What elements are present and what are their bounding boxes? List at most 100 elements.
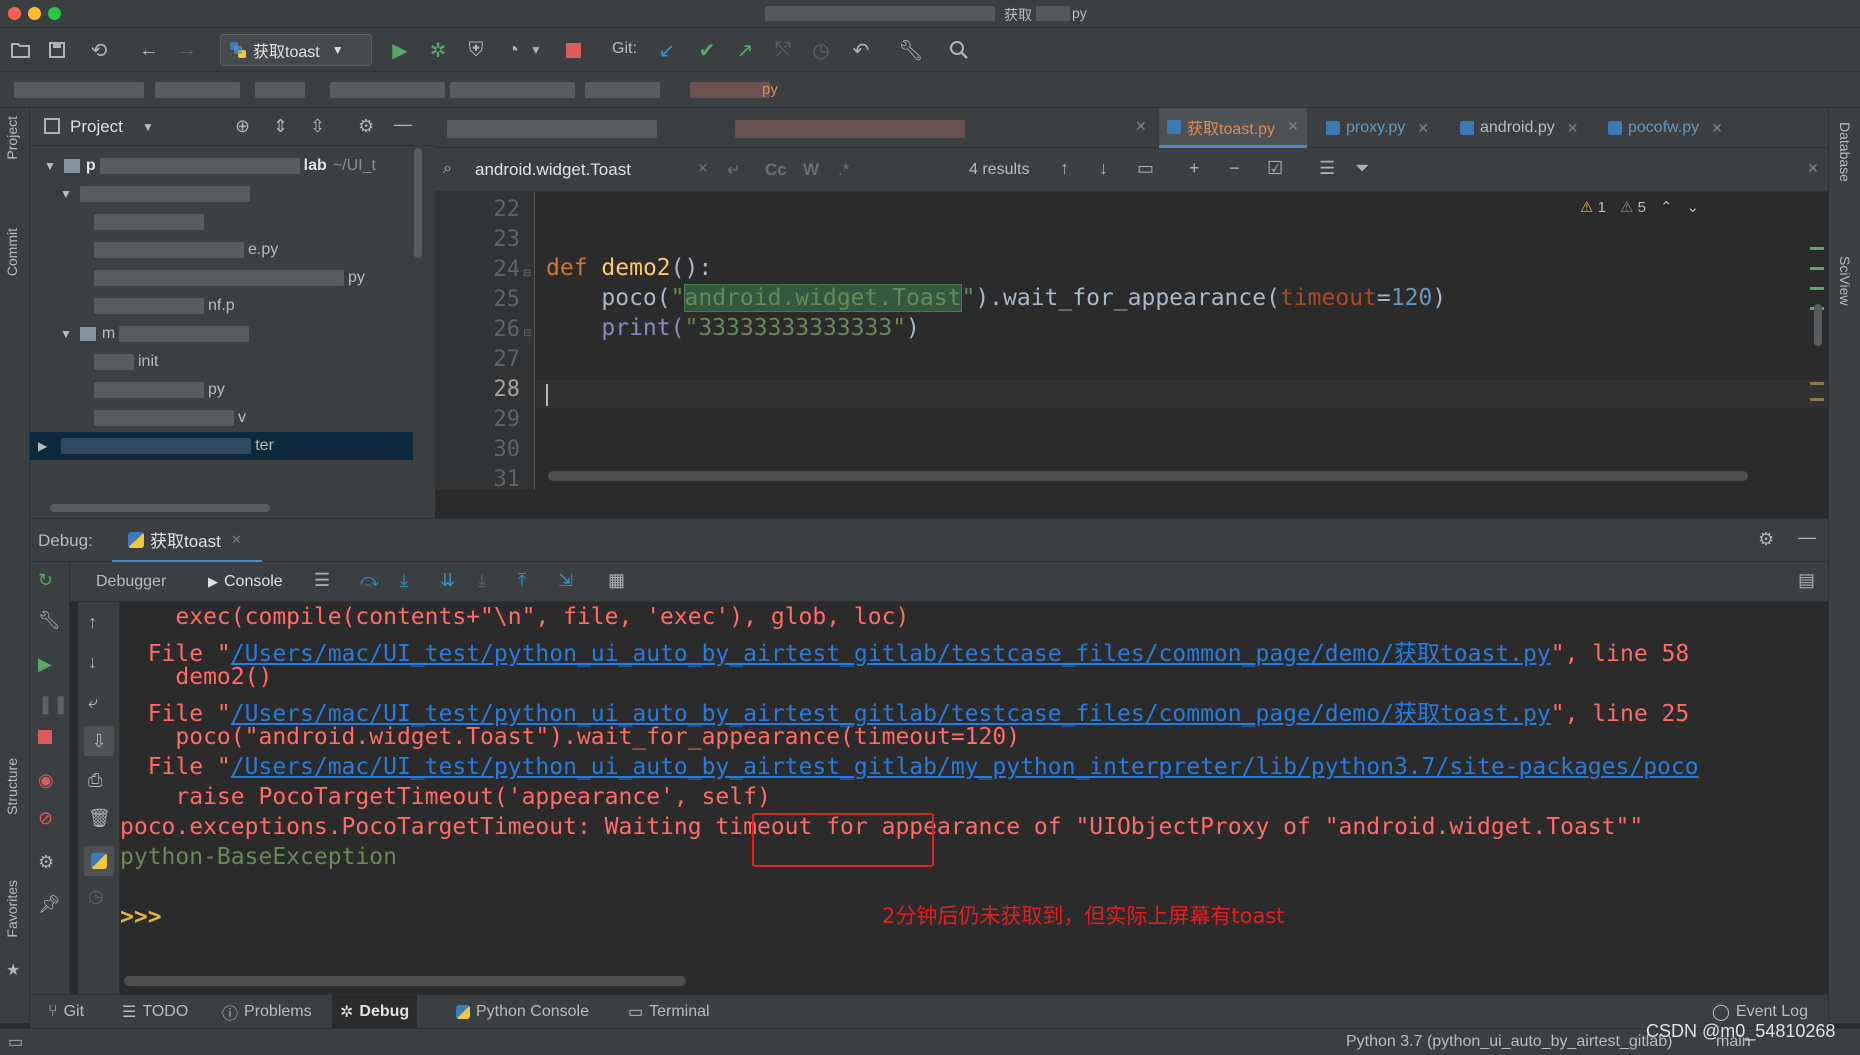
close-window-button[interactable]: [8, 7, 21, 20]
hide-panel-icon[interactable]: —: [394, 114, 412, 135]
new-line-icon[interactable]: ↵: [727, 160, 740, 180]
fold-icon[interactable]: ⊟: [523, 268, 531, 279]
gear-icon[interactable]: ⚙: [38, 852, 54, 873]
wrench-icon[interactable]: 🔧︎: [38, 610, 61, 631]
open-folder-icon[interactable]: [8, 37, 34, 63]
tab-active[interactable]: 获取toast.py ✕: [1159, 108, 1307, 148]
tree-item[interactable]: nf.p: [94, 292, 235, 320]
blurred-tab[interactable]: [735, 120, 965, 138]
gear-icon[interactable]: ⚙: [1758, 529, 1774, 550]
rerun-icon[interactable]: ↻: [38, 570, 53, 591]
debug-bug-icon[interactable]: ✲: [425, 37, 451, 63]
tree-item[interactable]: v: [94, 404, 246, 432]
tab-git[interactable]: ⑂ Git: [40, 995, 92, 1029]
tree-item[interactable]: py: [94, 264, 365, 292]
tree-item[interactable]: e.py: [94, 236, 278, 264]
collapse-all-icon[interactable]: ⇳: [310, 116, 325, 137]
whole-words-toggle[interactable]: W: [803, 160, 819, 180]
save-all-icon[interactable]: [44, 37, 70, 63]
fold-end-icon[interactable]: ⊟: [523, 328, 531, 339]
structure-tool-window-button[interactable]: Structure: [4, 758, 20, 820]
select-all-occurrences-icon[interactable]: ☑: [1267, 158, 1283, 179]
tree-item[interactable]: py: [94, 376, 225, 404]
resume-icon[interactable]: ▶: [38, 654, 52, 675]
close-tab-icon[interactable]: ✕: [1567, 120, 1579, 137]
git-push-icon[interactable]: ↗: [732, 37, 758, 63]
rollback-icon[interactable]: ↶: [848, 37, 874, 63]
next-occurrence-icon[interactable]: ↓: [1099, 158, 1108, 179]
close-tab-icon[interactable]: ✕: [1711, 120, 1723, 137]
evaluate-expression-icon[interactable]: ▦: [608, 570, 625, 591]
layout-settings-icon[interactable]: ▤: [1798, 570, 1815, 591]
project-scrollbar[interactable]: [414, 148, 422, 258]
code-editor[interactable]: def demo2(): poco("android.widget.Toast"…: [536, 192, 1828, 490]
project-tool-window-button[interactable]: Project: [4, 116, 20, 165]
tree-item[interactable]: ▼: [60, 180, 250, 208]
tab-debug[interactable]: ✲ Debug: [332, 995, 418, 1029]
database-tool-window-button[interactable]: Database: [1837, 122, 1853, 187]
chevron-down-icon[interactable]: ⌄: [1687, 198, 1700, 216]
expand-all-icon[interactable]: ⇕: [273, 116, 288, 137]
tree-item[interactable]: [94, 208, 204, 236]
tab-debugger[interactable]: Debugger: [96, 573, 166, 591]
open-in-window-icon[interactable]: ☰: [1319, 158, 1335, 179]
git-history-icon[interactable]: ◷: [808, 37, 834, 63]
commit-tool-window-button[interactable]: Commit: [4, 228, 20, 281]
run-configuration-select[interactable]: 获取toast ▼: [220, 34, 372, 66]
view-breakpoints-icon[interactable]: ◉: [38, 770, 54, 791]
tab-problems[interactable]: ⓘ Problems: [214, 995, 320, 1029]
profile-icon[interactable]: ◔: [500, 37, 526, 63]
sciview-tool-window-button[interactable]: SciView: [1837, 256, 1853, 311]
tab-todo[interactable]: ☰ TODO: [114, 995, 196, 1029]
tab[interactable]: android.py ✕: [1452, 108, 1586, 148]
chevron-down-icon[interactable]: ▼: [142, 120, 154, 134]
tree-item[interactable]: ▼ m: [60, 320, 250, 348]
editor-vertical-scrollbar[interactable]: [1814, 304, 1822, 346]
locate-file-icon[interactable]: ⊕: [235, 116, 250, 137]
tab[interactable]: pocofw.py ✕: [1600, 108, 1731, 148]
soft-wrap-icon[interactable]: ⤶: [88, 692, 98, 713]
close-tab-icon[interactable]: ✕: [1135, 118, 1147, 135]
minimize-window-button[interactable]: [28, 7, 41, 20]
blurred-tab[interactable]: [447, 120, 657, 138]
debug-console[interactable]: exec(compile(contents+"\n", file, 'exec'…: [120, 602, 1810, 994]
zoom-window-button[interactable]: [48, 7, 61, 20]
step-over-icon[interactable]: ⤼: [360, 570, 379, 591]
console-horizontal-scrollbar[interactable]: [124, 976, 686, 986]
chevron-up-icon[interactable]: ⌃: [1660, 198, 1673, 216]
back-icon[interactable]: ←: [136, 37, 162, 63]
forward-icon[interactable]: →: [174, 37, 200, 63]
scroll-up-icon[interactable]: ↑: [88, 612, 97, 633]
close-tab-icon[interactable]: ✕: [231, 532, 242, 548]
previous-occurrence-icon[interactable]: ↑: [1060, 158, 1069, 179]
toggle-tool-windows-icon[interactable]: ▭: [8, 1032, 23, 1052]
debug-session-tab[interactable]: 获取toast ✕: [112, 519, 262, 563]
git-merge-icon[interactable]: ⤲: [770, 37, 796, 63]
match-case-toggle[interactable]: Cc: [765, 160, 787, 180]
pin-icon[interactable]: 📌︎: [38, 894, 61, 915]
close-tab-icon[interactable]: ✕: [1287, 118, 1299, 135]
console-file-link[interactable]: /Users/mac/UI_test/python_ui_auto_by_air…: [231, 754, 1699, 780]
pause-icon[interactable]: ❚❚: [38, 694, 68, 715]
tab-python-console[interactable]: Python Console: [448, 995, 597, 1029]
sync-icon[interactable]: ⟲: [86, 37, 112, 63]
python-console-icon[interactable]: [84, 846, 114, 876]
chevron-down-icon[interactable]: ▼: [528, 37, 544, 63]
favorites-tool-window-button[interactable]: Favorites: [4, 880, 20, 943]
git-commit-icon[interactable]: ✔: [694, 37, 720, 63]
run-icon[interactable]: ▶: [387, 37, 413, 63]
regex-toggle[interactable]: .*: [838, 160, 849, 180]
filter-search-results-icon[interactable]: ▭: [1137, 158, 1154, 179]
stop-icon[interactable]: [38, 730, 52, 744]
tab-console[interactable]: ▶ Console: [208, 562, 283, 602]
mute-breakpoints-icon[interactable]: ⊘: [38, 808, 53, 829]
find-input[interactable]: android.widget.Toast: [475, 160, 631, 180]
search-icon[interactable]: [946, 37, 972, 63]
scroll-to-end-icon[interactable]: ⇩: [84, 726, 114, 756]
run-with-coverage-icon[interactable]: ⛨: [463, 37, 489, 63]
stop-icon[interactable]: [560, 37, 586, 63]
step-into-icon[interactable]: ⤓: [400, 570, 408, 591]
remove-occurrence-icon[interactable]: −: [1229, 158, 1240, 179]
project-horizontal-scrollbar[interactable]: [50, 504, 270, 512]
clear-search-icon[interactable]: ✕: [697, 160, 709, 177]
